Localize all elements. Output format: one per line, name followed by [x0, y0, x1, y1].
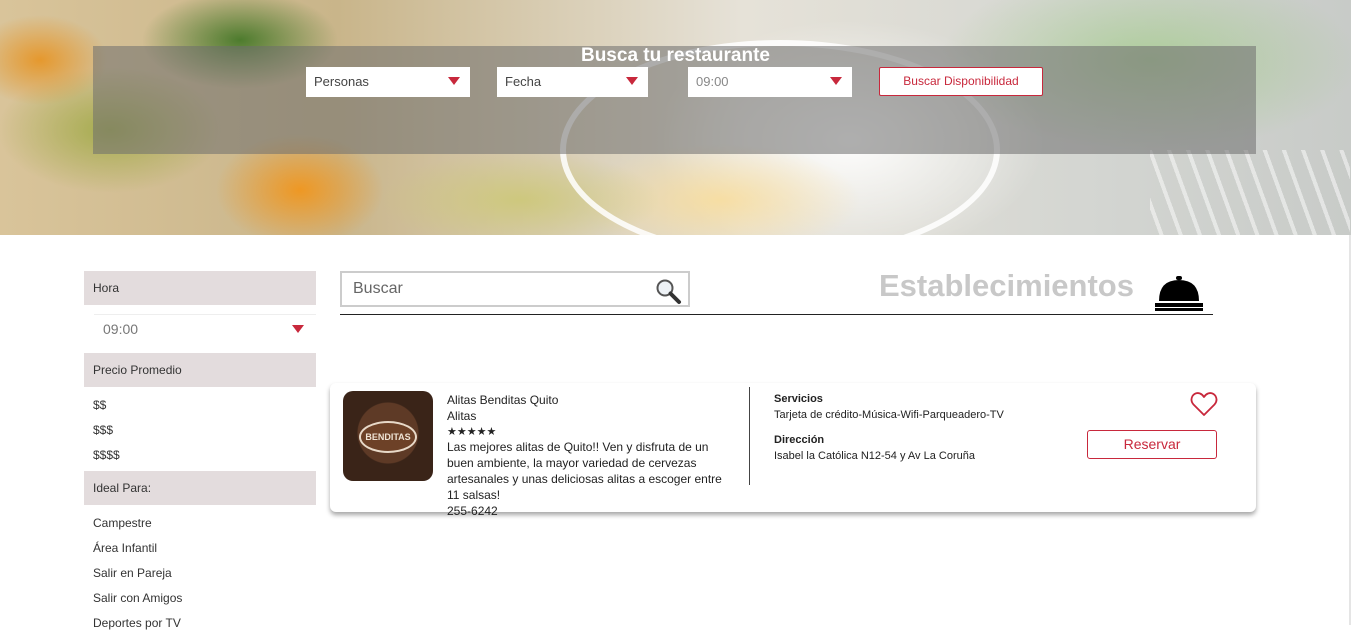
personas-select[interactable]: Personas [306, 67, 470, 97]
sidebar-header-hora: Hora [84, 271, 316, 305]
restaurant-name[interactable]: Alitas Benditas Quito [447, 393, 558, 407]
service-bell-icon [1155, 276, 1203, 311]
precio-option[interactable]: $$ [93, 398, 106, 412]
rating-stars: ★★★★★ [447, 426, 497, 438]
restaurant-logo[interactable]: BENDITAS [343, 391, 433, 481]
personas-label: Personas [314, 74, 369, 89]
sidebar-hora-select[interactable]: 09:00 [94, 314, 316, 344]
precio-option[interactable]: $$$$ [93, 448, 120, 462]
chevron-down-icon [830, 77, 842, 85]
ideal-option[interactable]: Área Infantil [93, 541, 157, 555]
section-divider [340, 314, 1213, 315]
chevron-down-icon [292, 325, 304, 333]
logo-text: BENDITAS [359, 421, 417, 453]
ideal-option[interactable]: Deportes por TV [93, 616, 181, 630]
search-placeholder: Buscar [353, 280, 403, 297]
ideal-option[interactable]: Salir con Amigos [93, 591, 182, 605]
search-input[interactable]: Buscar [340, 271, 690, 307]
restaurant-phone: 255-6242 [447, 504, 498, 518]
precio-option[interactable]: $$$ [93, 423, 113, 437]
address-label: Dirección [774, 434, 825, 446]
chevron-down-icon [448, 77, 460, 85]
favorite-heart-icon[interactable] [1190, 391, 1218, 417]
services-label: Servicios [774, 393, 823, 405]
restaurant-card: BENDITAS Alitas Benditas Quito Alitas ★★… [330, 383, 1256, 518]
chevron-down-icon [626, 77, 638, 85]
buscar-disponibilidad-button[interactable]: Buscar Disponibilidad [879, 67, 1043, 96]
card-divider [749, 387, 750, 485]
sidebar-header-precio: Precio Promedio [84, 353, 316, 387]
services-value: Tarjeta de crédito-Música-Wifi-Parqueade… [774, 409, 1004, 421]
hora-value: 09:00 [696, 74, 729, 89]
reservar-button[interactable]: Reservar [1087, 430, 1217, 459]
restaurant-description: Las mejores alitas de Quito!! Ven y disf… [447, 439, 732, 519]
search-icon[interactable] [654, 277, 682, 305]
ideal-option[interactable]: Campestre [93, 516, 152, 530]
fecha-select[interactable]: Fecha [497, 67, 648, 97]
address-value: Isabel la Católica N12-54 y Av La Coruña [774, 450, 975, 462]
section-title: Establecimientos [879, 268, 1134, 303]
hora-select[interactable]: 09:00 [688, 67, 852, 97]
ideal-option[interactable]: Salir en Pareja [93, 566, 172, 580]
sidebar-hora-value: 09:00 [103, 321, 139, 337]
fecha-label: Fecha [505, 74, 542, 89]
sidebar-header-ideal: Ideal Para: [84, 471, 316, 505]
restaurant-category: Alitas [447, 409, 477, 423]
hero-fork-image [1150, 150, 1350, 235]
hero-title: Busca tu restaurante [580, 45, 770, 66]
description-text: Las mejores alitas de Quito!! Ven y disf… [447, 440, 722, 502]
